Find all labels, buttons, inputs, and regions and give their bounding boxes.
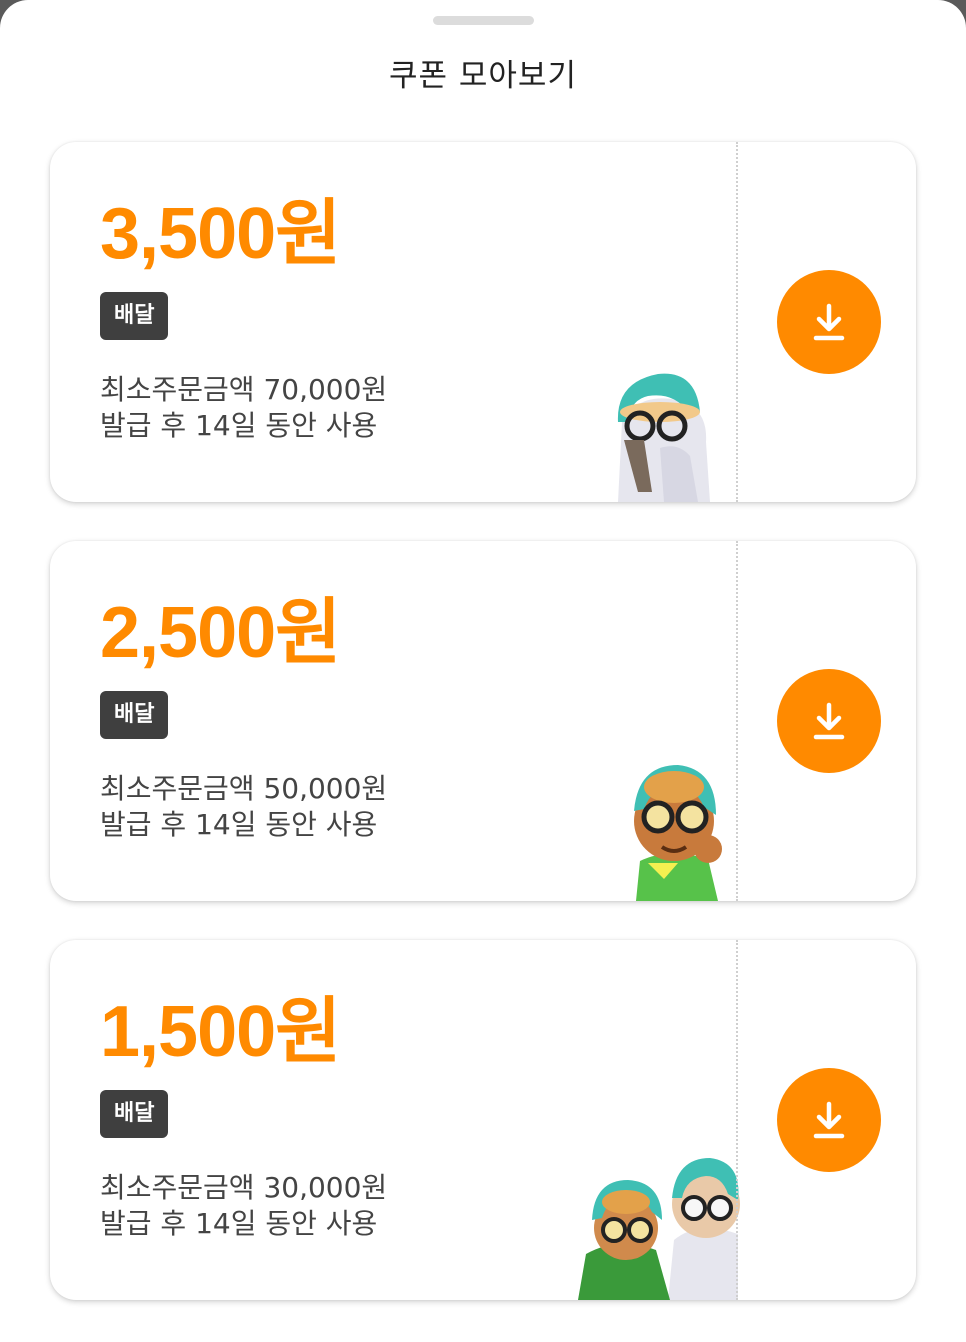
download-coupon-button[interactable] [777,1068,881,1172]
character-illustration [578,1158,740,1300]
download-icon [813,702,845,740]
coupon-conditions: 최소주문금액 50,000원 발급 후 14일 동안 사용 [100,771,387,843]
coupon-card: 3,500원 배달 최소주문금액 70,000원 발급 후 14일 동안 사용 [50,142,916,502]
coupon-conditions: 최소주문금액 30,000원 발급 후 14일 동안 사용 [100,1170,387,1242]
coupon-amount: 3,500원 [100,194,341,274]
coupon-amount: 1,500원 [100,992,341,1072]
download-coupon-button[interactable] [777,669,881,773]
coupon-validity: 발급 후 14일 동안 사용 [100,409,378,442]
coupon-validity: 발급 후 14일 동안 사용 [100,1207,378,1240]
coupon-tag: 배달 [100,691,169,739]
download-icon [813,1101,845,1139]
coupon-validity: 발급 후 14일 동안 사용 [100,808,378,841]
coupon-conditions: 최소주문금액 70,000원 발급 후 14일 동안 사용 [100,372,387,444]
coupon-card: 2,500원 배달 최소주문금액 50,000원 발급 후 14일 동안 사용 [50,541,916,901]
coupon-min-order: 최소주문금액 50,000원 [100,772,388,805]
sheet-drag-handle[interactable] [433,16,534,25]
coupon-min-order: 최소주문금액 30,000원 [100,1171,388,1204]
coupon-tag: 배달 [100,1090,169,1138]
coupon-card: 1,500원 배달 최소주문금액 30,000원 발급 후 14일 동안 사용 [50,940,916,1300]
coupon-min-order: 최소주문금액 70,000원 [100,373,388,406]
download-icon [813,303,845,341]
character-illustration [634,765,722,901]
download-coupon-button[interactable] [777,270,881,374]
bottom-sheet: 쿠폰 모아보기 3,500원 배달 최소주문금액 70,000원 발급 후 14… [0,0,966,1342]
coupon-perforation [736,142,738,502]
character-illustration [617,373,710,502]
coupon-amount: 2,500원 [100,593,341,673]
sheet-title: 쿠폰 모아보기 [389,58,577,94]
coupon-tag: 배달 [100,292,169,340]
coupon-perforation [736,940,738,1300]
coupon-perforation [736,541,738,901]
